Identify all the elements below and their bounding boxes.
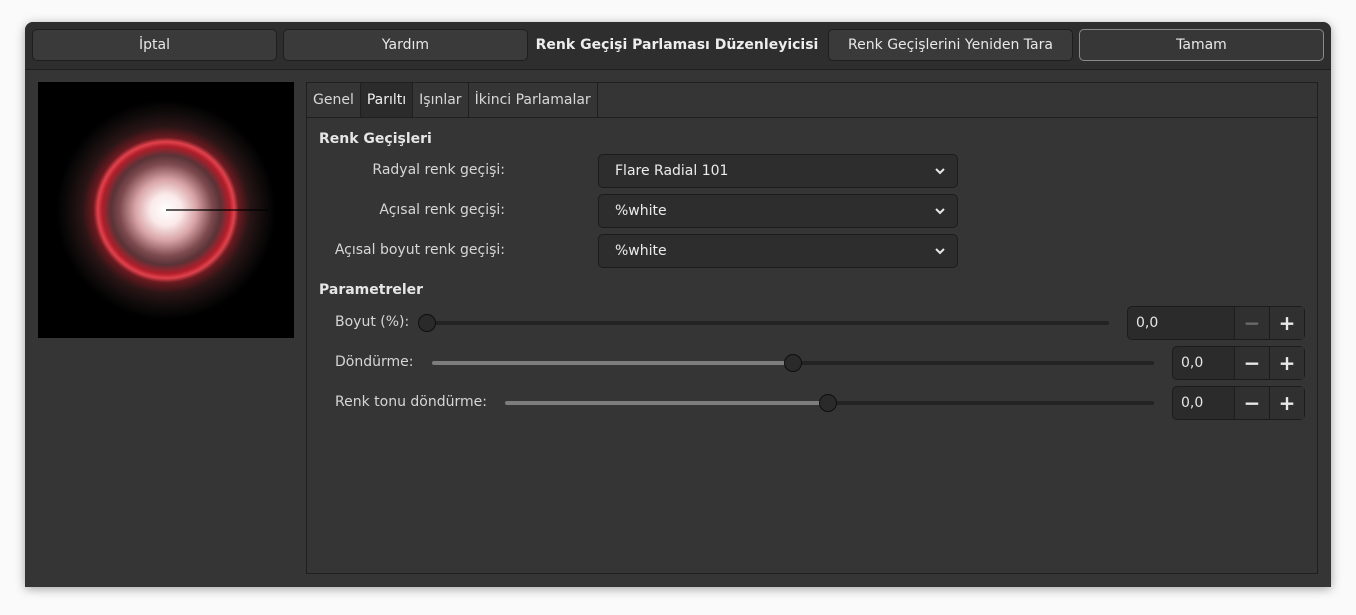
size-slider-handle[interactable] <box>418 314 436 332</box>
rotation-increase-button[interactable]: + <box>1269 347 1304 379</box>
tab-general[interactable]: Genel <box>307 83 361 117</box>
hue-rotation-decrease-button[interactable]: − <box>1234 387 1269 419</box>
size-decrease-button[interactable]: − <box>1234 307 1269 339</box>
rotation-slider-fill <box>432 361 793 365</box>
hue-rotation-spinbutton[interactable]: 0,0 − + <box>1172 386 1305 420</box>
hue-rotation-slider-fill <box>505 401 829 405</box>
angular-gradient-combo[interactable]: %white <box>598 194 958 228</box>
rotation-label: Döndürme: <box>335 354 414 370</box>
size-increase-button[interactable]: + <box>1269 307 1304 339</box>
cancel-button[interactable]: İptal <box>32 29 277 61</box>
chevron-down-icon <box>935 168 945 175</box>
angular-gradient-label: Açısal renk geçişi: <box>379 202 505 218</box>
plus-icon: + <box>1278 311 1296 335</box>
size-slider-track[interactable] <box>427 321 1109 325</box>
flare-preview <box>38 82 294 338</box>
chevron-down-icon <box>935 208 945 215</box>
header-bar: İptal Yardım Renk Geçişi Parlaması Düzen… <box>25 22 1331 70</box>
rotation-slider-handle[interactable] <box>784 354 802 372</box>
window-title: Renk Geçişi Parlaması Düzenleyicisi <box>535 37 819 53</box>
flare-editor-window: İptal Yardım Renk Geçişi Parlaması Düzen… <box>25 22 1331 587</box>
rotation-spinbutton[interactable]: 0,0 − + <box>1172 346 1305 380</box>
minus-icon: − <box>1243 351 1261 375</box>
settings-notebook: Genel Parıltı Işınlar İkinci Parlamalar … <box>306 82 1318 574</box>
plus-icon: + <box>1278 391 1296 415</box>
ok-button[interactable]: Tamam <box>1079 29 1324 61</box>
angular-size-gradient-combo[interactable]: %white <box>598 234 958 268</box>
plus-icon: + <box>1278 351 1296 375</box>
hue-rotation-value[interactable]: 0,0 <box>1173 387 1234 419</box>
angular-gradient-value: %white <box>615 203 667 219</box>
rotation-decrease-button[interactable]: − <box>1234 347 1269 379</box>
parameters-heading: Parametreler <box>319 282 424 298</box>
gradients-heading: Renk Geçişleri <box>319 131 432 147</box>
tab-second-flares[interactable]: İkinci Parlamalar <box>468 83 598 117</box>
size-label: Boyut (%): <box>335 314 410 330</box>
help-button[interactable]: Yardım <box>283 29 528 61</box>
chevron-down-icon <box>935 248 945 255</box>
angular-size-gradient-value: %white <box>615 243 667 259</box>
rotation-value[interactable]: 0,0 <box>1173 347 1234 379</box>
tab-bar: Genel Parıltı Işınlar İkinci Parlamalar <box>307 83 1317 118</box>
size-spinbutton[interactable]: 0,0 − + <box>1127 306 1305 340</box>
tab-glow[interactable]: Parıltı <box>360 83 414 117</box>
tab-rays[interactable]: Işınlar <box>413 83 469 117</box>
angular-size-gradient-label: Açısal boyut renk geçişi: <box>334 242 505 258</box>
minus-icon: − <box>1243 311 1261 335</box>
radial-gradient-combo[interactable]: Flare Radial 101 <box>598 154 958 188</box>
rescan-gradients-button[interactable]: Renk Geçişlerini Yeniden Tara <box>828 29 1073 61</box>
hue-rotation-increase-button[interactable]: + <box>1269 387 1304 419</box>
minus-icon: − <box>1243 391 1261 415</box>
size-value[interactable]: 0,0 <box>1128 307 1234 339</box>
radial-gradient-label: Radyal renk geçişi: <box>372 162 505 178</box>
hue-rotation-label: Renk tonu döndürme: <box>335 394 487 410</box>
radial-gradient-value: Flare Radial 101 <box>615 163 729 179</box>
hue-rotation-slider-handle[interactable] <box>819 394 837 412</box>
flare-preview-image <box>56 100 276 320</box>
